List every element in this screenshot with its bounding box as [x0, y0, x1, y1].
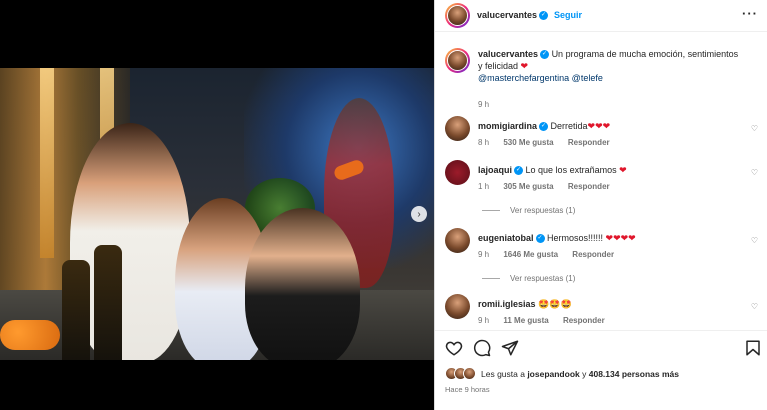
post-photo[interactable]: [0, 68, 434, 360]
photo-boy: [245, 208, 360, 360]
caption-row: valucervantes ✓ Un programa de mucha emoc…: [445, 48, 760, 109]
comment-time: 9 h: [478, 250, 490, 259]
view-replies-button[interactable]: Ver respuestas (1): [482, 274, 575, 283]
likes-text: Les gusta a josepandook y 408.134 person…: [481, 369, 679, 379]
verified-icon: ✓: [535, 234, 545, 244]
comment-text: lajoaqui ✓ Lo que los extrañamos ❤: [478, 164, 743, 176]
likes-count[interactable]: 408.134 personas más: [589, 369, 679, 379]
comment-icon[interactable]: [473, 339, 491, 357]
comment-likes[interactable]: 305 Me gusta: [503, 182, 553, 191]
comment-body: Hermosos!!!!!!: [547, 233, 606, 243]
comment-hearts: ❤❤❤: [587, 121, 611, 131]
comment-row: eugeniatobal ✓ Hermosos!!!!!! ❤❤❤❤ 9 h 16…: [445, 228, 760, 288]
next-arrow-icon[interactable]: ›: [411, 206, 427, 222]
likes-middle: y: [579, 369, 589, 379]
post-panel: valucervantes ✓ Seguir ··· valucervantes ✓ …: [434, 0, 767, 410]
comment-row: lajoaqui ✓ Lo que los extrañamos ❤ 1 h 30…: [445, 160, 760, 220]
follow-button[interactable]: Seguir: [554, 10, 582, 20]
reply-button[interactable]: Responder: [568, 138, 610, 147]
verified-icon: ✓: [514, 166, 524, 176]
caption-meta: 9 h: [478, 100, 501, 109]
verified-icon: ✓: [539, 11, 549, 21]
heart-icon[interactable]: [445, 339, 463, 357]
comment-time: 1 h: [478, 182, 490, 191]
comment-likes[interactable]: 530 Me gusta: [503, 138, 553, 147]
likes-summary: Les gusta a josepandook y 408.134 person…: [445, 367, 765, 381]
avatar[interactable]: [445, 228, 470, 253]
view-replies-label: Ver respuestas (1): [510, 206, 576, 215]
comment-body: Derretida: [550, 121, 588, 131]
caption-text: valucervantes ✓ Un programa de mucha emoc…: [478, 48, 743, 84]
comment-username[interactable]: romii.iglesias: [478, 299, 536, 309]
comment-meta: 1 h 305 Me gusta Responder: [478, 182, 622, 191]
header-username[interactable]: valucervantes: [477, 10, 537, 20]
comment-body: Lo que los extrañamos: [525, 165, 620, 175]
comment-meta: 8 h 530 Me gusta Responder: [478, 138, 622, 147]
heart-icon[interactable]: ♡: [751, 124, 758, 133]
verified-icon: ✓: [539, 122, 549, 132]
photo-oranges: [0, 320, 60, 350]
comment-emojis: 🤩🤩🤩: [538, 299, 572, 309]
view-replies-button[interactable]: Ver respuestas (1): [482, 206, 575, 215]
caption-username[interactable]: valucervantes: [478, 49, 538, 59]
comment-meta: 9 h 1646 Me gusta Responder: [478, 250, 626, 259]
comment-text: eugeniatobal ✓ Hermosos!!!!!! ❤❤❤❤: [478, 232, 743, 244]
comment-username[interactable]: eugeniatobal: [478, 233, 534, 243]
reply-button[interactable]: Responder: [568, 182, 610, 191]
comment-row: momigiardina ✓ Derretida❤❤❤ 8 h 530 Me gu…: [445, 116, 760, 147]
heart-icon[interactable]: ♡: [751, 302, 758, 311]
comment-time: 9 h: [478, 316, 490, 325]
comment-hearts: ❤: [619, 165, 627, 175]
action-bar: Les gusta a josepandook y 408.134 person…: [435, 330, 767, 410]
comment-text: romii.iglesias 🤩🤩🤩: [478, 298, 743, 310]
avatar[interactable]: [445, 48, 470, 73]
caption-mentions[interactable]: @masterchefargentina @telefe: [478, 73, 603, 83]
media-pane: ›: [0, 0, 434, 410]
likes-user[interactable]: josepandook: [527, 369, 579, 379]
bookmark-icon[interactable]: [744, 339, 762, 357]
photo-light-pillar: [40, 68, 54, 258]
avatar[interactable]: [445, 3, 470, 28]
comment-likes[interactable]: 11 Me gusta: [503, 316, 548, 325]
comments-list[interactable]: valucervantes ✓ Un programa de mucha emoc…: [435, 40, 767, 325]
comment-hearts: ❤❤❤❤: [605, 233, 636, 243]
avatar[interactable]: [445, 160, 470, 185]
photo-bottle: [62, 260, 90, 360]
likes-prefix: Les gusta a: [481, 369, 528, 379]
more-icon[interactable]: ···: [742, 6, 758, 21]
header-user: valucervantes ✓ Seguir: [477, 10, 582, 21]
reply-button[interactable]: Responder: [563, 316, 605, 325]
comment-meta: 9 h 11 Me gusta Responder: [478, 316, 617, 325]
liker-avatar[interactable]: [463, 367, 476, 380]
comment-likes[interactable]: 1646 Me gusta: [503, 250, 558, 259]
avatar[interactable]: [445, 116, 470, 141]
heart-icon[interactable]: ♡: [751, 168, 758, 177]
verified-icon: ✓: [540, 50, 550, 60]
comment-time: 8 h: [478, 138, 490, 147]
comment-text: momigiardina ✓ Derretida❤❤❤: [478, 120, 743, 132]
comment-row: romii.iglesias 🤩🤩🤩 9 h 11 Me gusta Respo…: [445, 294, 760, 325]
view-replies-label: Ver respuestas (1): [510, 274, 576, 283]
comment-username[interactable]: momigiardina: [478, 121, 537, 131]
heart-icon[interactable]: ♡: [751, 236, 758, 245]
post-time: Hace 9 horas: [445, 385, 490, 394]
caption-time: 9 h: [478, 100, 490, 109]
post-header: valucervantes ✓ Seguir ···: [435, 0, 767, 32]
comment-username[interactable]: lajoaqui: [478, 165, 512, 175]
share-icon[interactable]: [501, 339, 519, 357]
photo-bottle: [94, 245, 122, 360]
reply-button[interactable]: Responder: [572, 250, 614, 259]
caption-emoji: ❤: [520, 61, 529, 71]
avatar[interactable]: [445, 294, 470, 319]
